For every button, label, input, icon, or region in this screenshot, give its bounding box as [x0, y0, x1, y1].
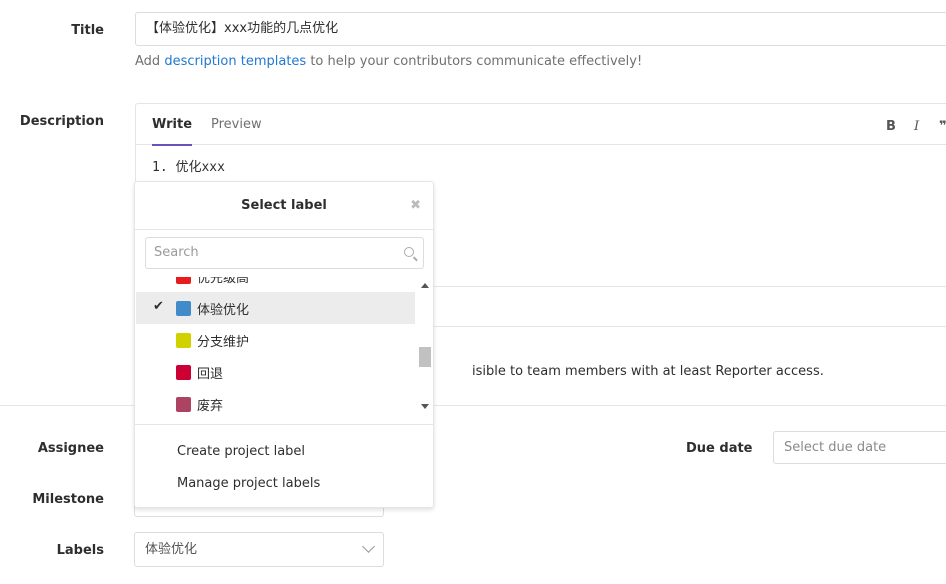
tab-write[interactable]: Write — [152, 117, 193, 146]
dropdown-title: Select label — [241, 198, 327, 213]
milestone-label: Milestone — [32, 492, 104, 507]
due-date-label: Due date — [686, 441, 753, 456]
label-item[interactable]: 分支维护 — [136, 324, 415, 356]
label-color-swatch — [176, 333, 191, 348]
labels-select[interactable]: 体验优化 — [134, 532, 384, 567]
label-name: 回退 — [197, 367, 224, 382]
templates-hint: Add description templates to help your c… — [135, 54, 642, 69]
label-name: 体验优化 — [197, 303, 250, 318]
label-name: 优先级高 — [197, 277, 250, 286]
label-color-swatch — [176, 365, 191, 380]
manage-project-labels-link[interactable]: Manage project labels — [177, 476, 320, 491]
label-color-swatch — [176, 397, 191, 412]
label-list-scrollbar[interactable] — [418, 279, 432, 413]
dropdown-footer-divider — [135, 424, 433, 425]
search-placeholder: Search — [154, 245, 199, 260]
select-label-dropdown: Select label ✖ Search 优先级高 ✔ 体验优化 分支维护 回… — [134, 181, 434, 508]
hint-suffix: to help your contributors communicate ef… — [310, 54, 643, 69]
title-input[interactable]: 【体验优化】xxx功能的几点优化 — [135, 12, 946, 46]
description-textarea[interactable]: 1. 优化xxx — [152, 156, 225, 175]
confidential-hint: isible to team members with at least Rep… — [472, 364, 824, 379]
close-icon[interactable]: ✖ — [410, 198, 421, 213]
labels-select-value: 体验优化 — [145, 542, 198, 557]
tab-preview[interactable]: Preview — [211, 117, 262, 132]
search-icon — [404, 247, 414, 257]
dropdown-divider — [135, 229, 433, 230]
label-list: 优先级高 ✔ 体验优化 分支维护 回退 废弃 — [136, 277, 416, 415]
label-item[interactable]: 废弃 — [136, 388, 415, 415]
title-label: Title — [71, 23, 104, 38]
label-name: 分支维护 — [197, 335, 250, 350]
label-name: 废弃 — [197, 399, 224, 414]
description-label: Description — [19, 114, 104, 129]
description-templates-link[interactable]: description templates — [164, 54, 306, 69]
create-project-label-link[interactable]: Create project label — [177, 444, 305, 459]
scrollbar-thumb[interactable] — [419, 347, 431, 367]
label-search-input[interactable]: Search — [145, 237, 424, 269]
italic-icon[interactable]: I — [914, 119, 919, 134]
chevron-down-icon — [362, 540, 375, 553]
bold-icon[interactable]: B — [886, 119, 896, 134]
assignee-label: Assignee — [37, 441, 104, 456]
editor-toolbar: Write Preview B I ❞ — [136, 104, 946, 146]
scroll-down-icon[interactable] — [421, 404, 429, 409]
hint-prefix: Add — [135, 54, 161, 69]
labels-label: Labels — [56, 543, 104, 558]
label-color-swatch — [176, 277, 191, 284]
due-date-input[interactable]: Select due date — [773, 431, 946, 464]
label-item-selected[interactable]: ✔ 体验优化 — [136, 292, 415, 324]
quote-icon[interactable]: ❞ — [939, 119, 946, 134]
scroll-up-icon[interactable] — [421, 283, 429, 288]
checkmark-icon: ✔ — [153, 299, 164, 314]
label-item[interactable]: 回退 — [136, 356, 415, 388]
label-item[interactable]: 优先级高 — [136, 277, 415, 292]
label-color-swatch — [176, 301, 191, 316]
